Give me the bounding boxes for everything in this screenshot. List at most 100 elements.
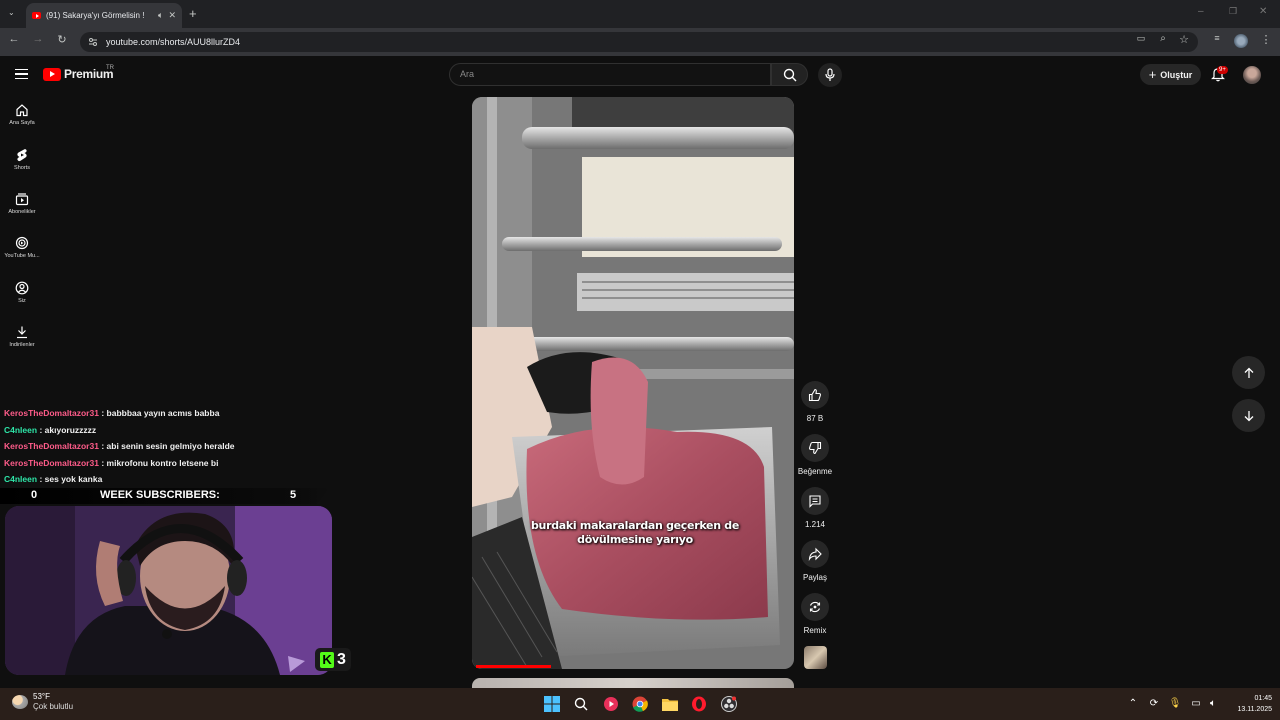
partly-cloudy-icon <box>12 695 28 709</box>
new-tab-icon[interactable]: + <box>189 6 197 21</box>
subscriber-goal-bar: 0 WEEK SUBSCRIBERS: 5 <box>0 488 330 504</box>
display-icon[interactable]: ▭ <box>1189 698 1203 709</box>
bookmark-star-icon[interactable]: ☆ <box>1176 33 1192 46</box>
opera-icon[interactable] <box>690 695 708 713</box>
youtube-favicon-icon <box>32 12 41 19</box>
create-label: Oluştur <box>1160 69 1193 80</box>
chat-user: KerosTheDomaltazor31 <box>4 441 99 451</box>
sidebar-item-music[interactable]: YouTube Mu... <box>0 236 44 259</box>
stream-chat: KerosTheDomaltazor31 : babbbaa yayın acm… <box>4 405 235 488</box>
dislike-label: Beğenme <box>797 467 833 476</box>
sidebar-item-home[interactable]: Ana Sayfa <box>0 103 44 126</box>
reload-icon[interactable]: ↻ <box>54 33 70 46</box>
remix-button[interactable]: Remix <box>796 593 834 635</box>
chrome-icon[interactable] <box>631 695 649 713</box>
url-text: youtube.com/shorts/AUU8llurZD4 <box>106 37 241 47</box>
chat-message: KerosTheDomaltazor31 : mikrofonu kontro … <box>4 455 235 472</box>
subs-label: WEEK SUBSCRIBERS: <box>100 489 220 501</box>
video-caption: burdaki makaralardan geçerken de dövülme… <box>530 519 739 546</box>
sidebar-item-label: İndirilenler <box>9 342 35 348</box>
tab-title: (91) Sakarya'yı Görmelisin ! <box>46 11 145 20</box>
tray-overflow-icon[interactable]: ⌃ <box>1126 698 1140 709</box>
sound-thumbnail[interactable] <box>804 646 827 669</box>
share-label: Paylaş <box>802 573 827 582</box>
next-short-button[interactable] <box>1232 399 1265 432</box>
weather-widget[interactable]: 53°F Çok bulutlu <box>12 692 73 712</box>
kick-logo-icon: K <box>320 651 335 668</box>
remix-icon <box>809 601 821 613</box>
video-progress-bar[interactable] <box>476 665 551 668</box>
volume-icon[interactable]: 🔈︎ <box>1206 698 1220 709</box>
chat-message: C4nleen : ses yok kanka <box>4 471 235 488</box>
windows-start-icon[interactable] <box>543 695 561 713</box>
sidebar-item-label: YouTube Mu... <box>4 253 40 259</box>
sync-icon[interactable]: ⟳ <box>1147 698 1161 709</box>
profile-icon[interactable] <box>1234 34 1248 48</box>
maximize-icon[interactable]: ❐ <box>1229 6 1237 17</box>
create-button[interactable]: + Oluştur <box>1140 64 1201 85</box>
clock-date: 13.11.2025 <box>1237 706 1272 713</box>
back-icon[interactable]: ← <box>6 33 22 45</box>
mic-tray-icon[interactable]: 🎙︎ <box>1168 698 1182 709</box>
mic-icon <box>825 68 835 81</box>
chat-user: C4nleen <box>4 424 38 435</box>
media-player-icon[interactable] <box>602 695 620 713</box>
cast-icon[interactable]: ▭ <box>1133 33 1149 44</box>
taskbar-search-icon[interactable] <box>572 695 590 713</box>
sidebar-item-downloads[interactable]: İndirilenler <box>0 325 44 348</box>
media-control-icon[interactable]: ≡ <box>1209 33 1225 43</box>
sidebar-item-you[interactable]: Siz <box>0 281 44 304</box>
shorts-video-player[interactable] <box>472 97 794 669</box>
notification-badge: 9+ <box>1217 66 1228 74</box>
speaker-icon[interactable]: 🔈︎ <box>158 10 163 21</box>
previous-short-button[interactable] <box>1232 356 1265 389</box>
chat-text: : mikrofonu kontro letsene bi <box>101 457 219 468</box>
comments-button[interactable]: 1.214 <box>796 487 834 529</box>
obs-icon[interactable] <box>720 695 738 713</box>
kick-viewer-count: 3 <box>337 650 346 668</box>
minimize-icon[interactable]: – <box>1198 6 1204 17</box>
arrow-down-icon <box>1244 410 1253 421</box>
forward-icon[interactable]: → <box>30 33 46 45</box>
kick-viewer-badge: K 3 <box>315 648 351 671</box>
sidebar-item-subscriptions[interactable]: Abonelikler <box>0 192 44 215</box>
file-explorer-icon[interactable] <box>661 695 679 713</box>
tab-list-icon[interactable]: ⌄ <box>8 8 18 18</box>
chat-message: KerosTheDomaltazor31 : babbbaa yayın acm… <box>4 405 235 422</box>
browser-tab-strip: ⌄ (91) Sakarya'yı Görmelisin ! 🔈︎ ✕ + – … <box>0 0 1280 28</box>
close-icon[interactable]: ✕ <box>168 10 176 21</box>
search-input[interactable]: Ara <box>449 63 771 86</box>
chat-user: C4nleen <box>4 474 38 484</box>
window-close-icon[interactable]: ✕ <box>1259 6 1267 17</box>
site-info-icon[interactable] <box>88 37 98 47</box>
video-frame <box>472 97 794 669</box>
music-icon <box>15 236 29 250</box>
chat-text: : abi senin sesin gelmiyo heralde <box>101 441 235 451</box>
account-avatar[interactable] <box>1243 66 1261 84</box>
plus-icon: + <box>1148 67 1157 82</box>
search-button[interactable] <box>771 63 808 86</box>
weather-temperature: 53°F <box>33 692 50 701</box>
sidebar-item-label: Siz <box>18 298 26 304</box>
browser-tab[interactable]: (91) Sakarya'yı Görmelisin ! 🔈︎ ✕ <box>26 3 182 28</box>
clock-time: 01:45 <box>1254 695 1272 702</box>
thumbs-down-icon <box>809 441 822 455</box>
subs-left-count: 0 <box>31 489 38 501</box>
chat-message: C4nleen : akıyoruzzzzz <box>4 422 235 439</box>
weather-condition: Çok bulutlu <box>33 702 74 711</box>
chat-text: : babbbaa yayın acmıs babba <box>101 408 220 418</box>
like-button[interactable]: 87 B <box>796 381 834 423</box>
system-clock[interactable]: 01:45 13.11.2025 <box>1222 693 1272 715</box>
url-bar[interactable]: youtube.com/shorts/AUU8llurZD4 <box>80 32 1198 52</box>
youtube-logo[interactable]: Premium <box>43 67 114 81</box>
share-button[interactable]: Paylaş <box>796 540 834 582</box>
sidebar-item-shorts[interactable]: Shorts <box>0 148 44 171</box>
dislike-button[interactable]: Beğenme <box>796 434 834 476</box>
voice-search-button[interactable] <box>818 63 842 87</box>
menu-dots-icon[interactable]: ⋮ <box>1258 33 1274 46</box>
browser-toolbar: youtube.com/shorts/AUU8llurZD4 <box>0 28 1280 56</box>
menu-icon[interactable] <box>15 69 28 79</box>
sidebar-item-label: Abonelikler <box>8 209 36 215</box>
zoom-icon[interactable]: ⌕ <box>1155 33 1171 44</box>
country-code: TR <box>106 65 114 71</box>
